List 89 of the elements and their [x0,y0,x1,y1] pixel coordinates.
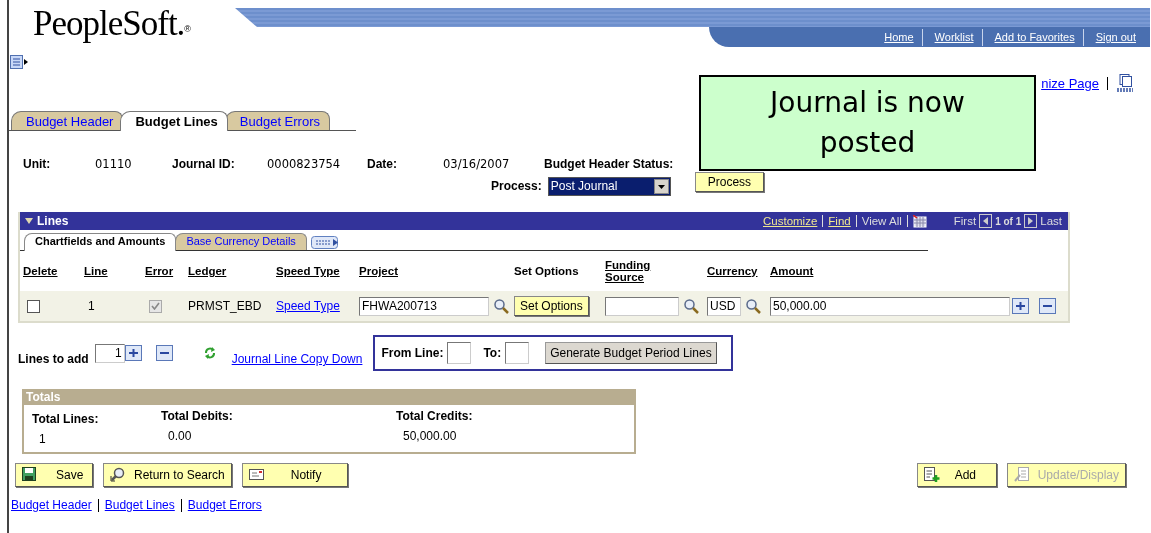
delete-row-icon[interactable] [155,345,173,361]
nav-link[interactable]: Sign out [1083,30,1144,44]
menu-icon [10,55,28,69]
footer-link[interactable]: Budget Lines [104,498,175,512]
currency-field[interactable]: USD [707,296,741,316]
search-icon [683,298,699,314]
field-label: Unit: [23,157,52,171]
field-label: Process: [491,179,542,193]
process-button[interactable]: Process [694,172,765,192]
column-header[interactable]: Line [84,265,145,277]
process-dropdown[interactable]: Post Journal [547,176,671,196]
logo: PeopleSoft. [33,4,185,44]
nav-link[interactable]: Add to Favorites [982,30,1083,44]
tab[interactable]: Budget Lines [120,111,228,131]
field-value: 03/16/2007 [443,157,511,171]
show-columns-icon[interactable] [310,235,341,250]
totals-title: Totals [24,389,634,405]
funding-source-field[interactable] [605,296,679,316]
field-label: Budget Header Status: [544,157,674,171]
column-header[interactable]: Amount [770,265,1018,277]
update-button: Update/Display [1006,463,1126,487]
from-line-field[interactable] [447,342,472,364]
collapse-arrow-icon [24,217,34,225]
lines-to-add-field[interactable]: 1 [94,343,125,363]
field-value: 01110 [95,157,133,171]
envelope-icon [248,467,265,483]
magnifier-icon [110,467,126,483]
next-icon [1024,214,1038,228]
table-cell-text: PRMST_EBD [188,299,263,313]
nav-link[interactable]: Worklist [922,30,982,44]
footer-link[interactable]: Budget Header [11,498,92,512]
field-label: Lines to add [18,352,89,366]
http-icon[interactable] [1116,74,1134,92]
copy-down-link[interactable]: Journal Line Copy Down [231,352,363,366]
add-button[interactable]: Add [916,463,997,487]
tab[interactable]: Base Currency Details [175,233,307,250]
column-header[interactable]: Error [145,265,188,277]
column-header[interactable]: Delete [23,265,84,277]
previous-icon [979,214,993,228]
search-icon [493,298,509,314]
refresh-icon[interactable] [202,346,217,360]
column-header: Set Options [514,265,580,277]
add-page-icon [923,467,940,483]
customize-link[interactable]: Customize [763,215,818,227]
grid-title: Lines [37,214,69,228]
registered-mark: ® [184,24,191,34]
delete-row-icon[interactable] [1039,298,1056,314]
column-header[interactable]: Funding Source [605,259,665,283]
field-label: To: [483,346,502,360]
search-icon [745,298,761,314]
column-header[interactable]: Ledger [188,265,276,277]
nav-link[interactable]: Home [872,30,922,44]
page-counter: 1 of 1 [995,215,1022,227]
first-link[interactable]: First [953,215,977,227]
field-value: 0000823754 [267,157,342,171]
field-label: Total Debits: [161,409,234,423]
column-header[interactable]: Project [359,265,514,277]
add-row-icon[interactable] [1012,298,1029,314]
last-link[interactable]: Last [1040,215,1062,227]
to-line-field[interactable] [505,342,530,364]
amount-field[interactable]: 50,000.00 [770,296,1010,316]
column-header[interactable]: Currency [707,265,770,277]
speed-type-link[interactable]: Speed Type [276,299,340,313]
table-cell-text: 1 [87,299,96,313]
checkbox[interactable] [27,299,40,313]
grid-icon[interactable] [912,214,927,228]
set-options-button[interactable]: Set Options [514,296,589,316]
find-link[interactable]: Find [828,215,851,227]
field-label: From Line: [381,346,444,360]
notify-button[interactable]: Notify [241,463,348,487]
add-row-icon[interactable] [124,345,142,361]
generate-button[interactable]: Generate Budget Period Lines [545,342,717,364]
field-value: 1 [38,432,47,446]
field-value: 0.00 [167,429,193,443]
column-header[interactable]: Speed Type [276,265,359,277]
field-label: Total Credits: [396,409,474,423]
search-button[interactable]: Return to Search [103,463,232,487]
field-label: Journal ID: [172,157,236,171]
field-label: Date: [367,157,398,171]
save-button[interactable]: Save [15,463,93,487]
edit-page-icon [1013,467,1030,483]
view-all-link[interactable]: View All [861,215,902,227]
customize-page-link[interactable]: nize Page [1041,75,1099,91]
tab[interactable]: Chartfields and Amounts [24,233,177,251]
footer-link[interactable]: Budget Errors [187,498,262,512]
callout-note: Journal is now posted [699,75,1036,171]
field-value: 50,000.00 [402,429,458,443]
project-field[interactable]: FHWA200713 [359,296,489,316]
field-label: Total Lines: [32,412,100,426]
